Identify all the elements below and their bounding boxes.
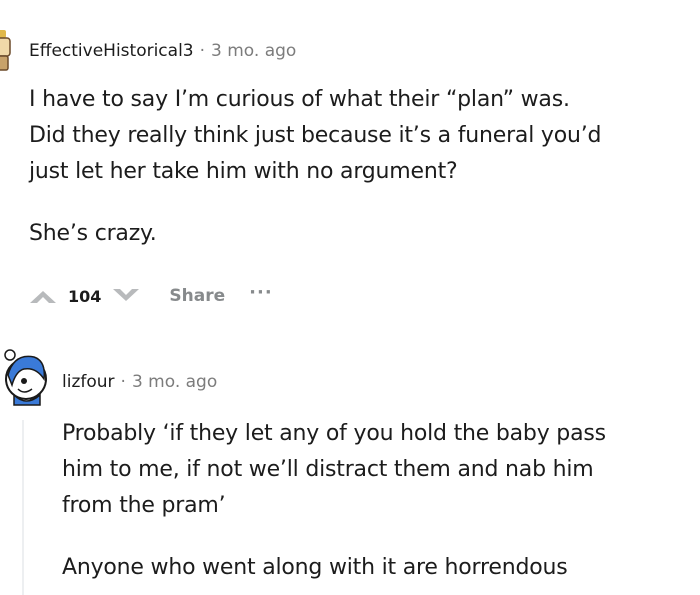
comment-actions: 104 Share ··· — [28, 282, 273, 310]
comment-line: Did they really think just because it’s … — [29, 123, 602, 148]
comment-paragraph: Probably ‘if they let any of you hold th… — [62, 416, 692, 524]
upvote-arrow-icon[interactable] — [28, 286, 58, 306]
comment-meta: EffectiveHistorical3 · 3 mo. ago — [29, 41, 296, 61]
comment-line: him to me, if not we’ll distract them an… — [62, 457, 594, 482]
author-link[interactable]: lizfour — [62, 372, 115, 392]
share-button[interactable]: Share — [169, 286, 225, 306]
comment-meta: lizfour · 3 mo. ago — [62, 372, 217, 392]
downvote-arrow-icon[interactable] — [111, 286, 141, 306]
user-avatar-icon[interactable] — [0, 345, 48, 407]
comment-paragraph: I have to say I’m curious of what their … — [29, 82, 689, 190]
comment-line: I have to say I’m curious of what their … — [29, 87, 570, 112]
comment-line: She’s crazy. — [29, 221, 157, 246]
comment-paragraph: She’s crazy. — [29, 216, 689, 252]
thread-line[interactable] — [22, 420, 24, 595]
timestamp[interactable]: 3 mo. ago — [211, 41, 296, 61]
meta-separator: · — [199, 41, 206, 61]
comment-line: Anyone who went along with it are horren… — [62, 555, 568, 580]
comment-line: just let her take him with no argument? — [29, 159, 458, 184]
more-options-button[interactable]: ··· — [249, 282, 273, 303]
comment-paragraph: Anyone who went along with it are horren… — [62, 550, 692, 586]
comment-line: from the pram’ — [62, 493, 226, 518]
comment-body: I have to say I’m curious of what their … — [29, 82, 689, 252]
vote-score: 104 — [68, 286, 102, 306]
meta-separator: · — [120, 372, 126, 392]
timestamp[interactable]: 3 mo. ago — [132, 372, 217, 392]
user-avatar-icon[interactable] — [0, 24, 14, 72]
comment-body: Probably ‘if they let any of you hold th… — [62, 416, 692, 586]
comment-line: Probably ‘if they let any of you hold th… — [62, 421, 606, 446]
author-link[interactable]: EffectiveHistorical3 — [29, 41, 194, 61]
